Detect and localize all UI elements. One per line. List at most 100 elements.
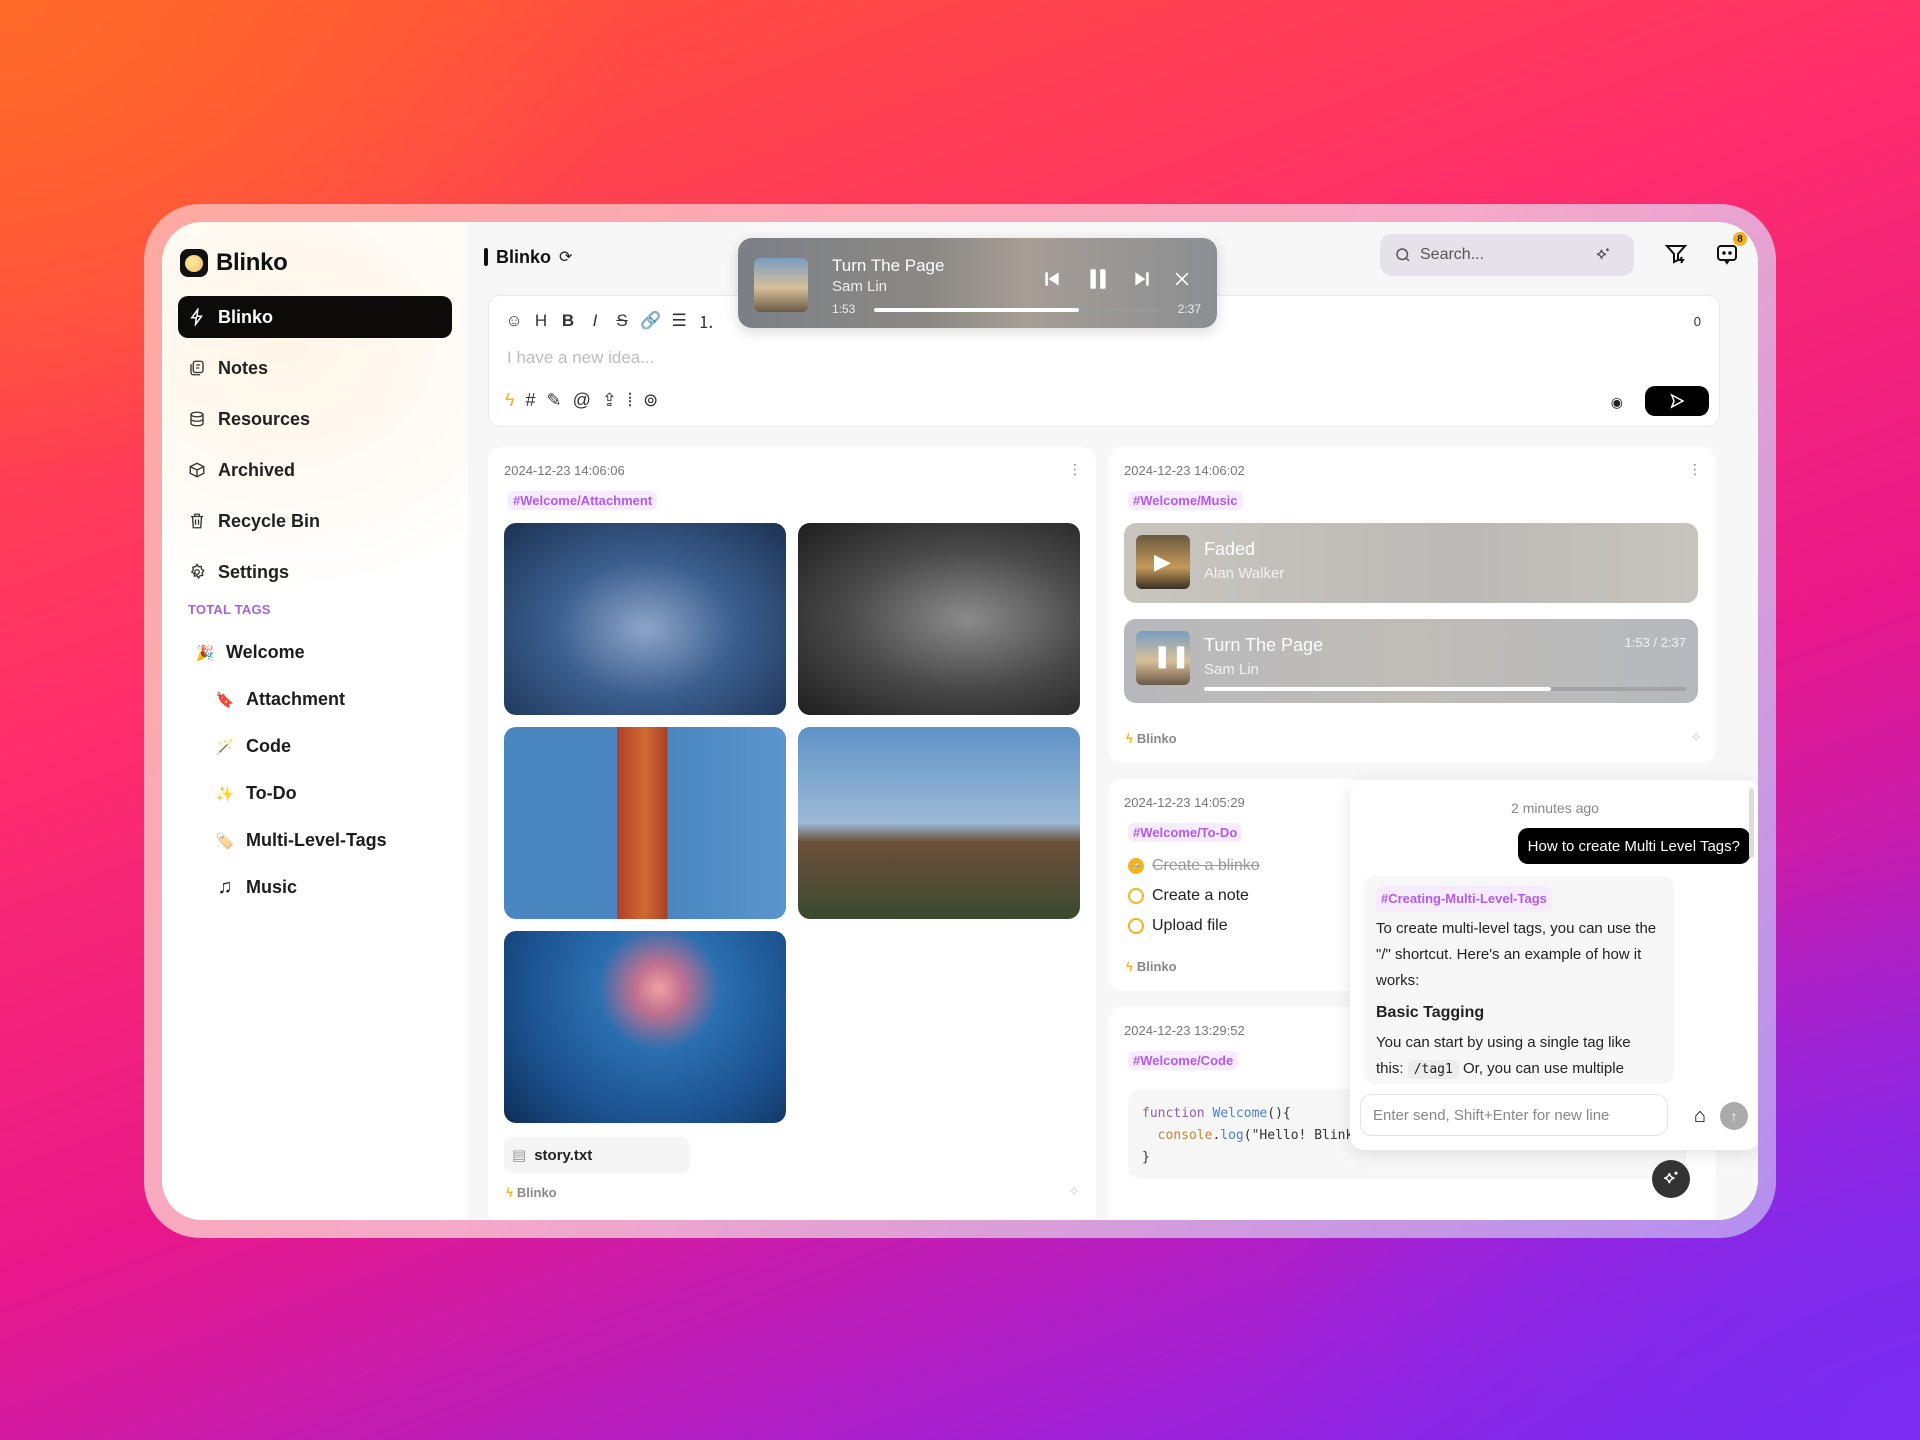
- tag-code[interactable]: 🪄 Code: [178, 723, 452, 770]
- heading-button[interactable]: H: [532, 311, 550, 331]
- sidebar-item-label: Settings: [218, 561, 290, 582]
- numbered-list-button[interactable]: ⒈: [697, 308, 715, 333]
- logo[interactable]: Blinko: [178, 246, 452, 280]
- music-track-playing[interactable]: ❚❚ Turn The Page Sam Lin 1:53 / 2:37: [1124, 619, 1698, 703]
- note-tag[interactable]: #Welcome/Code: [1128, 1051, 1239, 1070]
- image-attachment[interactable]: [504, 727, 786, 919]
- player-track-title: Turn The Page: [832, 256, 945, 275]
- chat-input[interactable]: Enter send, Shift+Enter for new line: [1360, 1094, 1668, 1136]
- todo-item[interactable]: ✓ Create a blinko: [1128, 857, 1260, 875]
- sidebar-item-recycle-bin[interactable]: Recycle Bin: [178, 500, 452, 542]
- file-icon: ▤: [512, 1147, 527, 1164]
- bolt-icon[interactable]: ϟ: [505, 390, 515, 411]
- bold-button[interactable]: B: [559, 311, 577, 331]
- note-tag[interactable]: #Welcome/Attachment: [508, 491, 658, 510]
- tag-attachment[interactable]: 🔖 Attachment: [178, 676, 452, 723]
- send-button[interactable]: [1645, 386, 1709, 416]
- send-message-button[interactable]: ↑: [1720, 1102, 1748, 1130]
- format-toolbar: ☺ H B I S 🔗 ☰ ⒈: [505, 308, 715, 333]
- ai-sparkle-icon[interactable]: ✧: [1068, 1183, 1080, 1200]
- pause-button[interactable]: [1083, 264, 1113, 294]
- file-attachment[interactable]: ▤ story.txt: [504, 1137, 690, 1173]
- sidebar-item-resources[interactable]: Resources: [178, 398, 452, 440]
- track-artist: Alan Walker: [1204, 565, 1285, 582]
- checkbox[interactable]: [1128, 888, 1144, 904]
- emoji-button[interactable]: ☺: [505, 311, 523, 331]
- search-placeholder: Search...: [1420, 246, 1485, 263]
- voice-icon[interactable]: ⦙: [628, 390, 632, 411]
- hashtag-icon[interactable]: #: [526, 390, 536, 411]
- sidebar-item-settings[interactable]: Settings: [178, 551, 452, 593]
- player-total-time: 2:37: [1177, 302, 1201, 316]
- send-icon: [1670, 393, 1685, 409]
- music-track[interactable]: ▶ Faded Alan Walker: [1124, 523, 1698, 603]
- track-artist: Sam Lin: [1204, 661, 1260, 678]
- next-button[interactable]: [1130, 264, 1154, 294]
- response-text: Or, you can use multiple: [1458, 1060, 1624, 1077]
- ai-sparkle-icon[interactable]: ✧: [1690, 729, 1702, 746]
- feather-icon[interactable]: ✎: [547, 390, 562, 411]
- refresh-icon[interactable]: ⟳: [559, 247, 572, 267]
- code-line: }: [1142, 1150, 1150, 1165]
- notification-badge: 8: [1733, 232, 1747, 246]
- checkbox-checked[interactable]: ✓: [1128, 858, 1144, 874]
- tag-label: Welcome: [226, 642, 305, 662]
- sidebar-item-label: Blinko: [218, 306, 274, 327]
- note-tag[interactable]: #Welcome/Music: [1128, 491, 1243, 510]
- tag-welcome[interactable]: 🎉 Welcome: [178, 629, 452, 676]
- checkbox[interactable]: [1128, 918, 1144, 934]
- pause-icon[interactable]: ❚❚: [1153, 643, 1190, 669]
- clear-chat-icon[interactable]: ⌂: [1694, 1105, 1706, 1128]
- track-time: 1:53 / 2:37: [1624, 635, 1686, 650]
- link-button[interactable]: 🔗: [640, 311, 661, 331]
- link-reference-icon[interactable]: ⊚: [643, 390, 658, 411]
- image-attachment[interactable]: [504, 523, 786, 715]
- sidebar-item-notes[interactable]: Notes: [178, 347, 452, 389]
- play-icon[interactable]: ▶: [1154, 549, 1171, 575]
- todo-item[interactable]: Create a note: [1128, 887, 1249, 905]
- app-frame: Blinko Blinko Notes Resources Archived R…: [144, 204, 1776, 1238]
- ai-sparkle-icon[interactable]: [1594, 246, 1612, 264]
- chat-button[interactable]: 8: [1713, 232, 1747, 268]
- note-card-attachment[interactable]: 2024-12-23 14:06:06 ⋮ #Welcome/Attachmen…: [488, 447, 1096, 1220]
- tag-music[interactable]: ♫ Music: [178, 864, 452, 911]
- note-timestamp: 2024-12-23 14:05:29: [1124, 795, 1245, 810]
- image-attachment[interactable]: [798, 523, 1080, 715]
- track-progress[interactable]: [1204, 687, 1686, 691]
- italic-button[interactable]: I: [586, 311, 604, 331]
- notes-icon: [190, 360, 204, 376]
- todo-item[interactable]: Upload file: [1128, 917, 1228, 935]
- response-heading: Basic Tagging: [1376, 1004, 1485, 1021]
- search-input[interactable]: Search...: [1380, 234, 1634, 276]
- tag-multi-level-tags[interactable]: 🏷️ Multi-Level-Tags: [178, 817, 452, 864]
- search-icon: [1396, 248, 1410, 262]
- note-timestamp: 2024-12-23 14:06:06: [504, 463, 625, 478]
- note-input[interactable]: I have a new idea...: [507, 348, 654, 368]
- note-tag[interactable]: #Welcome/To-Do: [1128, 823, 1243, 842]
- response-paragraph: You can start by using a single tag like…: [1376, 1030, 1662, 1083]
- more-options-icon[interactable]: ⋮: [1068, 461, 1082, 478]
- chat-scrollbar[interactable]: [1749, 788, 1754, 858]
- preview-icon[interactable]: ◉: [1611, 394, 1623, 411]
- note-card-music[interactable]: 2024-12-23 14:06:02 ⋮ #Welcome/Music ▶ F…: [1108, 447, 1716, 763]
- response-paragraph: To create multi-level tags, you can use …: [1376, 920, 1657, 989]
- mention-icon[interactable]: @: [573, 390, 591, 411]
- response-tag[interactable]: #Creating-Multi-Level-Tags: [1376, 886, 1552, 912]
- tag-label: Multi-Level-Tags: [246, 830, 387, 850]
- sidebar: Blinko Blinko Notes Resources Archived R…: [162, 222, 468, 1220]
- image-attachment[interactable]: [798, 727, 1080, 919]
- ai-assistant-button[interactable]: [1652, 1160, 1690, 1198]
- tag-todo[interactable]: ✨ To-Do: [178, 770, 452, 817]
- upload-icon[interactable]: ⇪: [602, 390, 617, 411]
- image-attachment[interactable]: [504, 931, 786, 1123]
- sidebar-item-archived[interactable]: Archived: [178, 449, 452, 491]
- bullet-list-button[interactable]: ☰: [670, 311, 688, 331]
- player-track-artist: Sam Lin: [832, 278, 888, 295]
- more-options-icon[interactable]: ⋮: [1688, 461, 1702, 478]
- previous-button[interactable]: [1040, 264, 1064, 294]
- filter-button[interactable]: [1662, 240, 1690, 268]
- player-seek-bar[interactable]: [874, 308, 1159, 312]
- strikethrough-button[interactable]: S: [613, 311, 631, 331]
- close-player-button[interactable]: [1170, 264, 1194, 294]
- sidebar-item-blinko[interactable]: Blinko: [178, 296, 452, 338]
